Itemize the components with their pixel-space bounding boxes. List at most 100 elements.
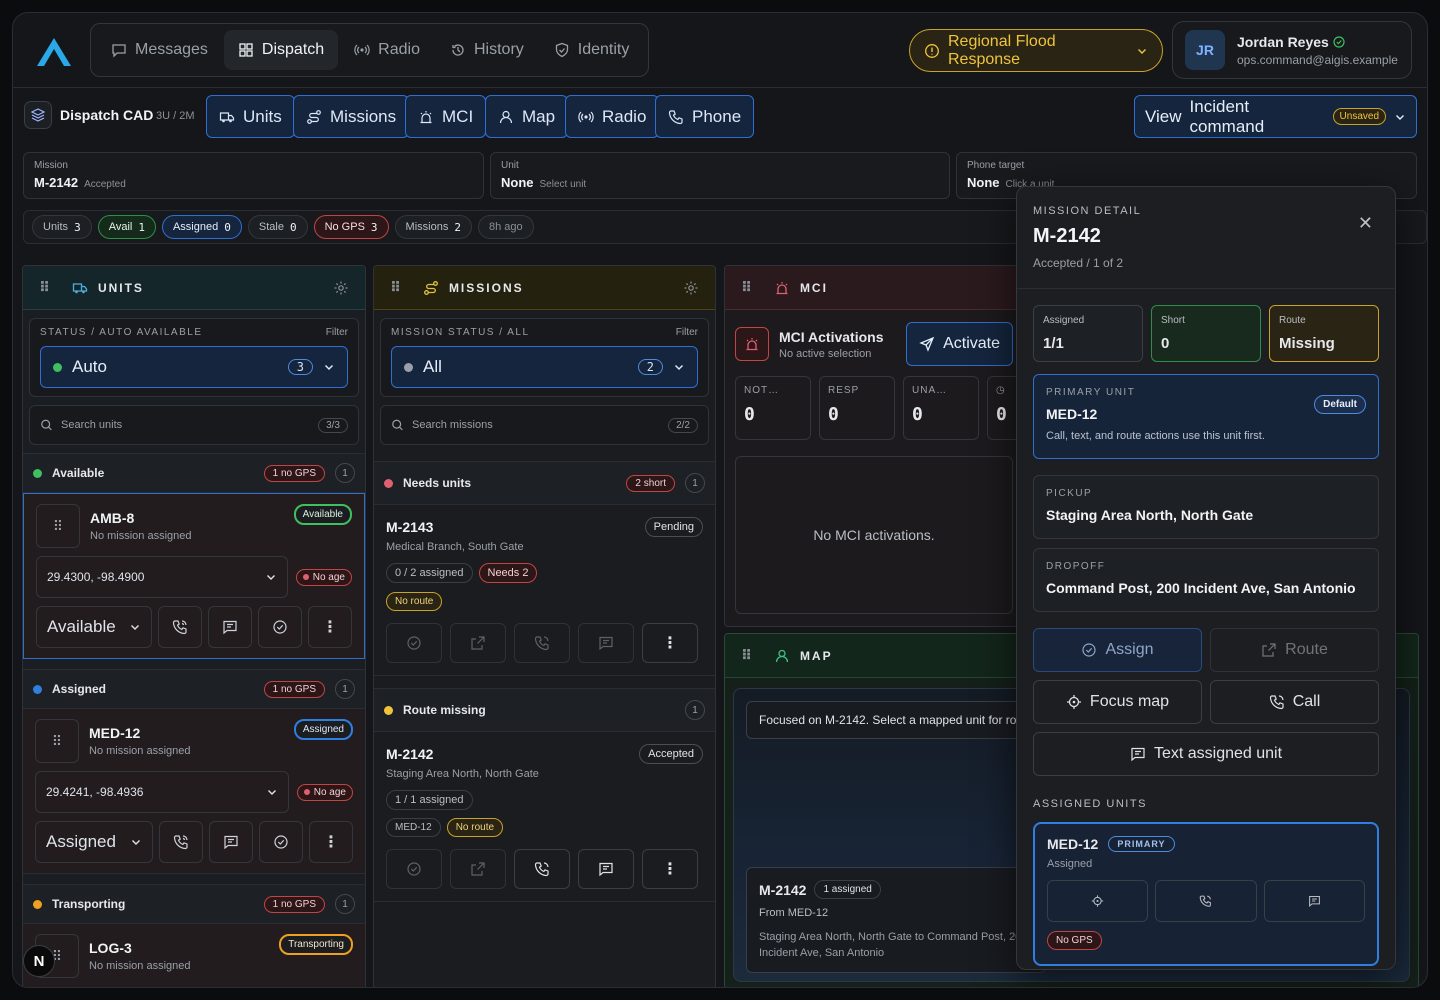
mission-search-input[interactable]: Search missions 2/2 <box>380 405 709 445</box>
primary-unit-box[interactable]: PRIMARY UNIT MED-12 Call, text, and rout… <box>1033 374 1379 459</box>
route-button[interactable] <box>450 623 506 663</box>
unit-name: MED-12 <box>1047 836 1099 852</box>
chip-label: 8h ago <box>488 221 523 233</box>
more-button[interactable]: ⋮ <box>642 623 698 663</box>
toolbar-mci-button[interactable]: MCI <box>405 95 487 138</box>
toolbar-phone-button[interactable]: Phone <box>655 95 755 138</box>
text-assigned-unit-button[interactable]: Text assigned unit <box>1033 732 1379 776</box>
status-select[interactable]: Available <box>36 606 152 648</box>
group-assigned[interactable]: Assigned 1 no GPS 1 <box>23 669 365 709</box>
message-button[interactable] <box>578 849 634 889</box>
toolbar-missions-button[interactable]: Missions <box>293 95 410 138</box>
group-available[interactable]: Available 1 no GPS 1 <box>23 453 365 493</box>
stat-label: Short <box>1161 315 1185 326</box>
incident-selector[interactable]: Regional Flood Response <box>909 29 1163 72</box>
drag-handle-icon[interactable]: ⠿ <box>741 279 752 296</box>
button-label: Text assigned unit <box>1153 745 1283 762</box>
group-name: Available <box>52 466 105 480</box>
assign-button[interactable]: Assign <box>1033 628 1202 672</box>
call-button[interactable] <box>514 849 570 889</box>
group-needs-units[interactable]: Needs units 2 short 1 <box>374 461 715 505</box>
group-route-missing[interactable]: Route missing 1 <box>374 688 715 732</box>
unit-card-med-12[interactable]: ⠿ MED-12 No mission assigned Assigned 29… <box>23 709 365 874</box>
route-button[interactable] <box>450 849 506 889</box>
tab-label: History <box>473 41 524 58</box>
unit-card-log-3[interactable]: ⠿ LOG-3 No mission assigned Transporting <box>23 924 365 987</box>
more-button[interactable]: ⋮ <box>642 849 698 889</box>
stat-value: 0 <box>828 404 839 425</box>
chip-units[interactable]: Units 3 <box>32 215 92 239</box>
status-select[interactable]: Assigned <box>35 821 153 863</box>
chip-stale[interactable]: Stale 0 <box>247 215 308 239</box>
unit-card-amb-8[interactable]: ⠿ AMB-8 No mission assigned Available 29… <box>23 493 365 659</box>
banner-text: Focused on M-2142. Select a mapped unit … <box>759 713 1017 727</box>
unit-field[interactable]: Unit None Select unit <box>490 152 950 199</box>
stat-label: NOT… <box>744 385 780 396</box>
dev-tools-button[interactable]: N <box>23 945 55 977</box>
mission-card-m-2143[interactable]: M-2143 Pending Medical Branch, South Gat… <box>374 505 715 676</box>
assign-button[interactable] <box>386 623 442 663</box>
focus-unit-button[interactable] <box>1047 880 1149 922</box>
unit-search-input[interactable]: Search units 3/3 <box>29 405 359 445</box>
more-button[interactable]: ⋮ <box>308 606 352 648</box>
call-button[interactable] <box>158 606 202 648</box>
drag-handle-icon[interactable]: ⠿ <box>390 279 401 296</box>
gear-icon[interactable] <box>683 280 699 296</box>
text-unit-button[interactable] <box>1263 880 1365 922</box>
user-menu[interactable]: JR Jordan Reyes ops.command@aigis.exampl… <box>1172 21 1412 79</box>
drag-handle-icon[interactable]: ⠿ <box>39 279 50 296</box>
more-button[interactable]: ⋮ <box>309 821 353 863</box>
focus-map-button[interactable]: Focus map <box>1033 680 1202 724</box>
mission-status-select[interactable]: All 2 <box>391 346 698 388</box>
chip-missions[interactable]: Missions 2 <box>394 215 472 239</box>
stat-value: Missing <box>1279 335 1335 352</box>
call-button[interactable] <box>159 821 203 863</box>
chip-available[interactable]: Avail 1 <box>97 215 156 239</box>
tab-messages[interactable]: Messages <box>97 30 222 70</box>
tab-history[interactable]: History <box>436 30 538 70</box>
filter-button[interactable]: Filter <box>326 327 348 338</box>
toolbar-radio-button[interactable]: Radio <box>565 95 660 138</box>
assigned-unit-card[interactable]: MED-12 PRIMARY Assigned No GPS <box>1033 822 1379 966</box>
tab-radio[interactable]: Radio <box>340 30 434 70</box>
message-button[interactable] <box>578 623 634 663</box>
tab-dispatch[interactable]: Dispatch <box>223 30 339 70</box>
gear-icon[interactable] <box>333 280 349 296</box>
unit-status-select[interactable]: Auto 3 <box>40 346 348 388</box>
cad-subtitle: 3U / 2M <box>156 110 195 122</box>
toolbar-map-button[interactable]: Map <box>485 95 569 138</box>
message-button[interactable] <box>208 606 252 648</box>
unit-badge: MED-12 <box>386 818 441 837</box>
toolbar-units-button[interactable]: Units <box>206 95 295 138</box>
mission-card-m-2142[interactable]: M-2142 Accepted Staging Area North, Nort… <box>374 732 715 902</box>
tab-identity[interactable]: Identity <box>540 30 644 70</box>
mission-id: M-2143 <box>386 519 434 535</box>
activate-button[interactable]: Activate <box>906 322 1013 366</box>
assign-button[interactable] <box>386 849 442 889</box>
call-button[interactable]: Call <box>1210 680 1379 724</box>
panel-title: MISSIONS <box>448 280 524 295</box>
close-icon[interactable]: ✕ <box>1358 213 1373 234</box>
call-unit-button[interactable] <box>1155 880 1257 922</box>
drag-handle-icon[interactable]: ⠿ <box>741 647 752 664</box>
chip-no-gps[interactable]: No GPS 3 <box>313 215 389 239</box>
message-button[interactable] <box>209 821 253 863</box>
unit-coords-select[interactable]: 29.4300, -98.4900 <box>36 556 288 598</box>
assign-button[interactable] <box>258 606 302 648</box>
drag-handle-icon[interactable]: ⠿ <box>36 504 80 548</box>
route-button[interactable]: Route <box>1210 628 1379 672</box>
coords-value: 29.4241, -98.4936 <box>46 785 144 799</box>
group-transporting[interactable]: Transporting 1 no GPS 1 <box>23 884 365 924</box>
view-selector[interactable]: View Incident command Unsaved <box>1134 95 1417 138</box>
assigned-count: 1 / 1 assigned <box>386 790 473 810</box>
no-gps-badge: No GPS <box>1047 931 1102 950</box>
assign-button[interactable] <box>259 821 303 863</box>
map-mission-card[interactable]: M-2142 1 assigned From MED-12 Staging Ar… <box>746 867 1046 973</box>
drag-handle-icon[interactable]: ⠿ <box>35 719 79 763</box>
unit-coords-select[interactable]: 29.4241, -98.4936 <box>35 771 289 813</box>
call-button[interactable] <box>514 623 570 663</box>
mission-field[interactable]: Mission M-2142 Accepted <box>23 152 484 199</box>
toolbar-label: Map <box>522 106 556 126</box>
chip-assigned[interactable]: Assigned 0 <box>161 215 242 239</box>
filter-button[interactable]: Filter <box>676 327 698 338</box>
